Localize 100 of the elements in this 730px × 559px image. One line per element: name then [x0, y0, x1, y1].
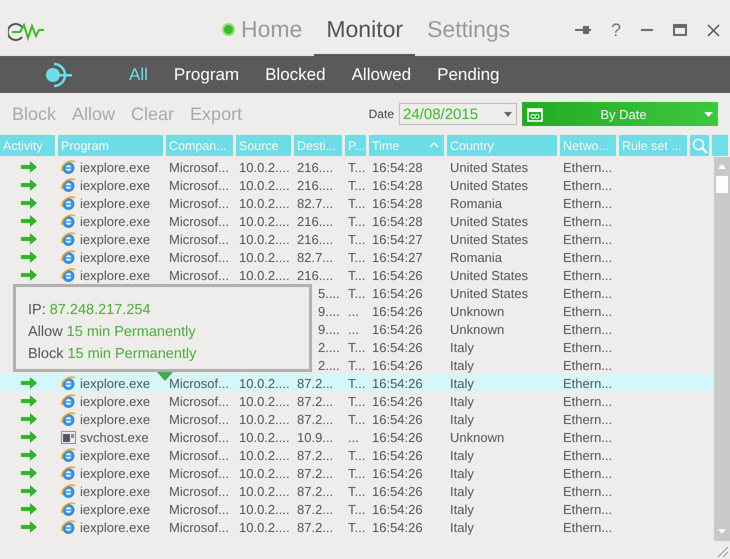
table-cell: ...: [348, 430, 359, 444]
table-cell: Romania: [450, 196, 502, 210]
table-row[interactable]: iexplore.exe Microsof... 10.0.2.... 87.2... T... 16:54:26 Italy Ethern...: [0, 500, 714, 518]
table-cell: Italy: [450, 466, 474, 480]
table-row[interactable]: iexplore.exe Microsof... 10.0.2.... 216.... T... 16:54:26 United States Ethern...: [0, 266, 714, 284]
table-cell: Microsof...: [169, 178, 229, 192]
arrow-right-icon: [21, 161, 37, 173]
table-cell: Microsof...: [169, 250, 229, 264]
table-cell: T...: [348, 268, 366, 282]
filter-tab[interactable]: Blocked: [265, 64, 326, 84]
scrollbar[interactable]: [714, 157, 730, 541]
duration-link[interactable]: Permanently: [114, 324, 196, 340]
table-cell: United States: [450, 160, 528, 174]
table-cell: 16:54:26: [372, 304, 423, 318]
table-cell: Ethern...: [563, 232, 612, 246]
maximize-icon[interactable]: [673, 24, 687, 36]
table-cell: 87.2...: [297, 502, 334, 516]
scrollbar-thumb[interactable]: [716, 176, 728, 193]
table-cell: Ethern...: [563, 160, 612, 174]
table-cell: 216....: [297, 268, 334, 282]
resize-grip-icon[interactable]: [716, 545, 728, 557]
table-cell: Microsof...: [169, 448, 229, 462]
table-row[interactable]: iexplore.exe Microsof... 10.0.2.... 87.2... T... 16:54:26 Italy Ethern...: [0, 446, 714, 464]
table-cell: Ethern...: [563, 520, 612, 534]
table-cell: T...: [348, 358, 366, 372]
program-name: iexplore.exe: [80, 520, 150, 534]
table-cell: Ethern...: [563, 448, 612, 462]
table-row[interactable]: iexplore.exe Microsof... 10.0.2.... 216.... T... 16:54:28 United States Ethern...: [0, 158, 714, 176]
table-cell: Microsof...: [169, 484, 229, 498]
service-icon: [61, 430, 76, 444]
table-cell: ...: [348, 304, 359, 318]
table-cell: Microsof...: [169, 430, 229, 444]
table-cell: 16:54:26: [372, 322, 423, 336]
table-cell: T...: [348, 448, 366, 462]
table-cell: 216....: [297, 160, 334, 174]
table-row[interactable]: iexplore.exe Microsof... 10.0.2.... 216.... T... 16:54:27 United States Ethern...: [0, 230, 714, 248]
table-cell: 16:54:26: [372, 484, 423, 498]
table-row[interactable]: iexplore.exe Microsof... 10.0.2.... 82.7... T... 16:54:28 Romania Ethern...: [0, 194, 714, 212]
table-row[interactable]: iexplore.exe Microsof... 10.0.2.... 87.2... T... 16:54:26 Italy Ethern...: [0, 374, 714, 392]
program-name: iexplore.exe: [80, 484, 150, 498]
table-row[interactable]: iexplore.exe Microsof... 10.0.2.... 87.2... T... 16:54:26 Italy Ethern...: [0, 392, 714, 410]
duration-link[interactable]: Permanently: [115, 346, 196, 362]
table-cell: 82.7...: [297, 196, 334, 210]
close-icon[interactable]: [707, 24, 720, 36]
table-cell: Ethern...: [563, 322, 612, 336]
table-cell: T...: [348, 160, 366, 174]
table-cell: 82.7...: [297, 250, 334, 264]
table-row[interactable]: iexplore.exe Microsof... 10.0.2.... 216.... T... 16:54:28 United States Ethern...: [0, 176, 714, 194]
table-cell: United States: [450, 178, 528, 192]
minimize-icon[interactable]: [641, 29, 653, 31]
filter-tab[interactable]: Pending: [437, 64, 500, 84]
table-cell: T...: [348, 232, 366, 246]
filter-tab[interactable]: Allowed: [352, 64, 412, 84]
table-cell: 5....: [318, 286, 340, 300]
program-name: iexplore.exe: [80, 250, 150, 264]
pin-icon[interactable]: [574, 25, 591, 35]
nav-tab[interactable]: Settings: [415, 0, 522, 56]
scroll-up-icon[interactable]: [718, 164, 726, 169]
table-cell: Ethern...: [563, 412, 612, 426]
date-dropdown[interactable]: 24/08/2015: [399, 103, 517, 125]
table-cell: Ethern...: [563, 196, 612, 210]
duration-link[interactable]: 15 min: [67, 346, 111, 362]
table-row[interactable]: iexplore.exe Microsof... 10.0.2.... 87.2... T... 16:54:26 Italy Ethern...: [0, 410, 714, 428]
table-cell: 10.0.2....: [239, 268, 290, 282]
scroll-down-icon[interactable]: [718, 529, 726, 534]
table-cell: 10.0.2....: [239, 520, 290, 534]
table-row[interactable]: iexplore.exe Microsof... 10.0.2.... 87.2... T... 16:54:26 Italy Ethern...: [0, 482, 714, 500]
table-row[interactable]: svchost.exe Microsof... 10.0.2.... 10.9... ... 16:54:26 Unknown Ethern...: [0, 428, 714, 446]
arrow-right-icon: [21, 251, 37, 263]
program-name: iexplore.exe: [80, 196, 150, 210]
table-cell: T...: [348, 502, 366, 516]
table-cell: 10.0.2....: [239, 250, 290, 264]
table-cell: T...: [348, 250, 366, 264]
table-row[interactable]: iexplore.exe Microsof... 10.0.2.... 216.... T... 16:54:28 United States Ethern...: [0, 212, 714, 230]
table-row[interactable]: iexplore.exe Microsof... 10.0.2.... 87.2... T... 16:54:26 Italy Ethern...: [0, 518, 714, 536]
table-cell: Ethern...: [563, 286, 612, 300]
duration-link[interactable]: 15 min: [66, 324, 110, 340]
table-cell: 10.0.2....: [239, 376, 290, 390]
table-cell: 9....: [318, 304, 340, 318]
browser-icon: [61, 160, 76, 174]
table-row[interactable]: iexplore.exe Microsof... 10.0.2.... 87.2... T... 16:54:26 Italy Ethern...: [0, 464, 714, 482]
table-cell: Ethern...: [563, 394, 612, 408]
browser-icon: [61, 376, 76, 390]
browser-icon: [61, 268, 76, 282]
table-cell: United States: [450, 232, 528, 246]
help-button[interactable]: ?: [610, 20, 621, 40]
view-dropdown-button[interactable]: By Date: [522, 102, 718, 126]
program-name: iexplore.exe: [80, 448, 150, 462]
table-cell: Microsof...: [169, 376, 229, 390]
nav-tab[interactable]: Home: [210, 0, 314, 56]
browser-icon: [61, 196, 76, 210]
search-button[interactable]: [690, 135, 709, 156]
table-row[interactable]: iexplore.exe Microsof... 10.0.2.... 82.7... T... 16:54:27 Romania Ethern...: [0, 248, 714, 266]
table-cell: T...: [348, 214, 366, 228]
program-name: iexplore.exe: [80, 268, 150, 282]
filter-tab[interactable]: Program: [174, 64, 240, 84]
filter-tab[interactable]: All: [129, 64, 148, 84]
table-cell: 10.0.2....: [239, 502, 290, 516]
arrow-right-icon: [21, 233, 37, 245]
browser-icon: [61, 484, 76, 498]
